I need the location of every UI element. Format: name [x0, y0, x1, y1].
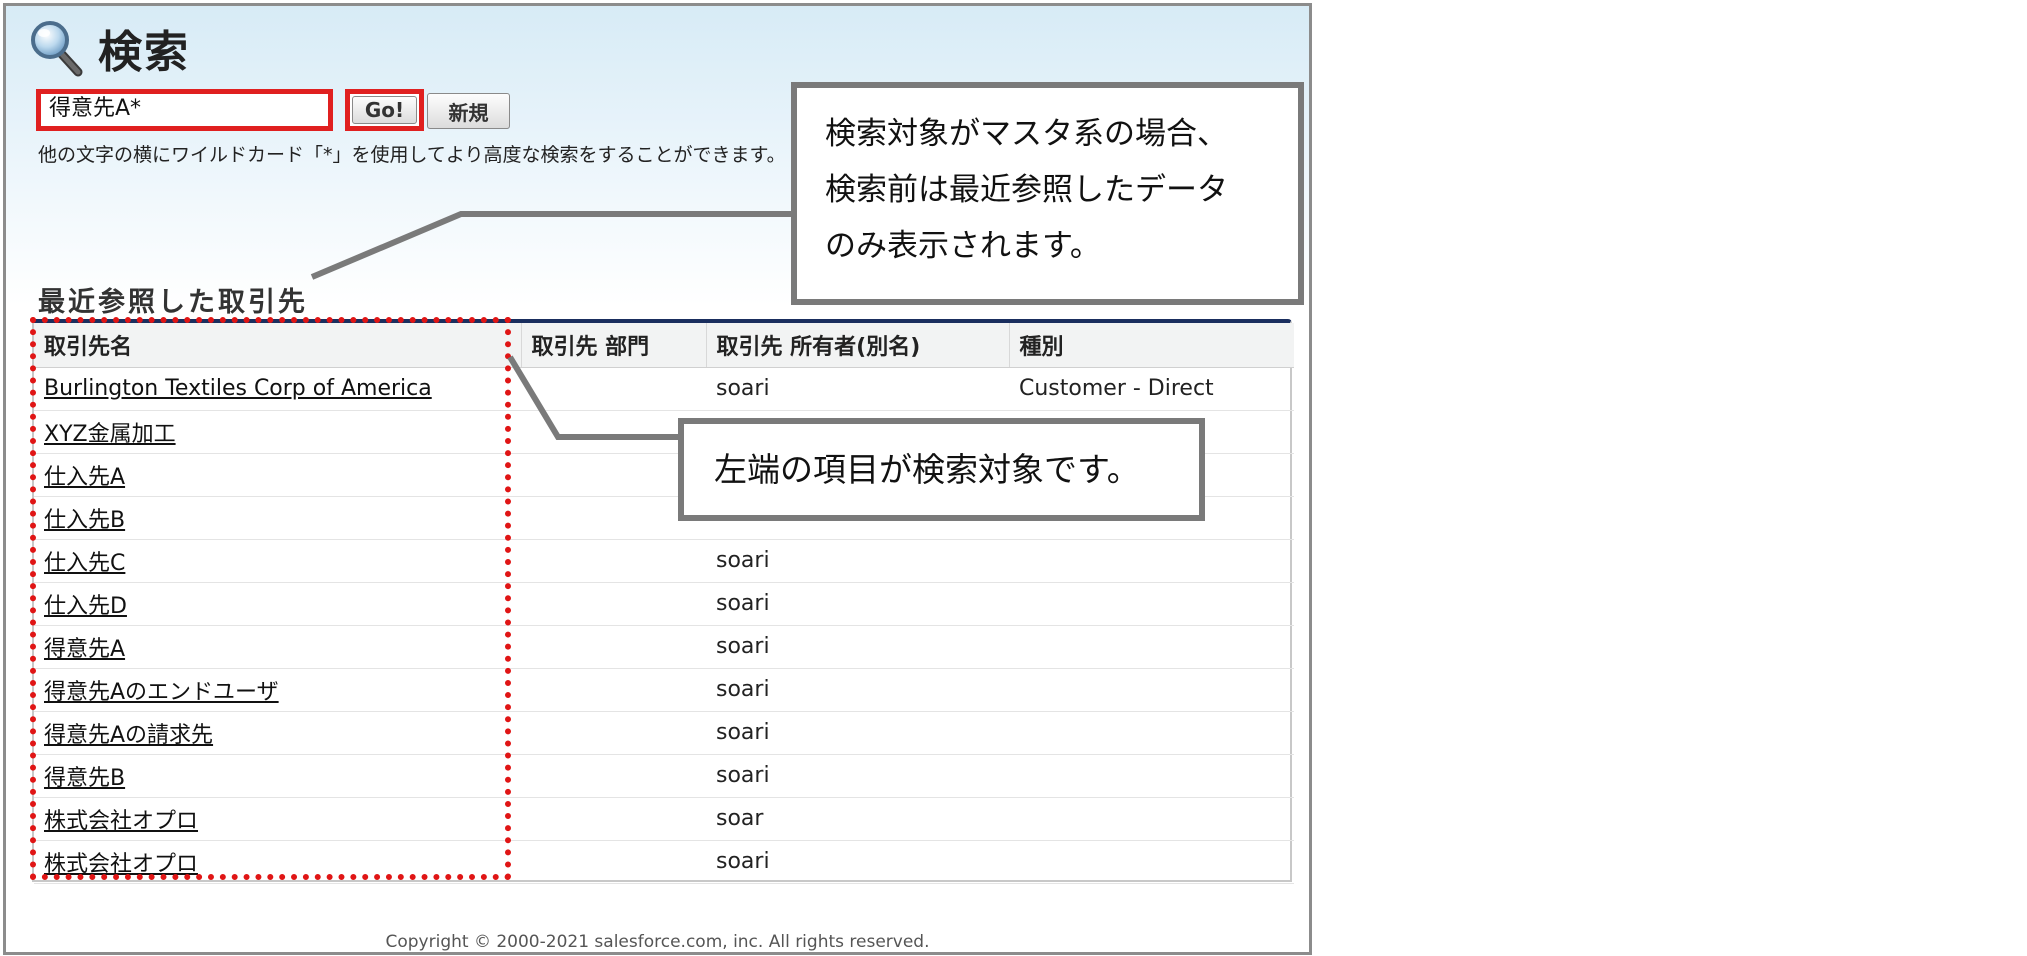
account-owner-cell: soari — [706, 539, 1009, 583]
account-type-cell — [1009, 754, 1294, 798]
account-name-link[interactable]: 得意先A — [44, 637, 125, 662]
account-owner-cell: soari — [706, 668, 1009, 712]
page-header: 検索 — [28, 18, 190, 78]
table-row: 株式会社オプロ soar — [34, 797, 1294, 841]
account-division-cell — [521, 711, 706, 755]
account-type-cell — [1009, 840, 1294, 884]
callout-2-text: 左端の項目が検索対象です。 — [714, 450, 1140, 489]
table-row: 株式会社オプロ soari — [34, 840, 1294, 884]
account-name-link[interactable]: 仕入先D — [44, 594, 127, 619]
account-type-cell — [1009, 539, 1294, 583]
account-name-cell: 得意先Aのエンドユーザ — [34, 668, 521, 712]
account-name-link[interactable]: XYZ金属加工 — [44, 422, 176, 447]
callout-1-line-3: のみ表示されます。 — [825, 228, 1101, 264]
table-row: 得意先Aの請求先 soari — [34, 711, 1294, 755]
account-division-cell — [521, 840, 706, 884]
account-type-cell — [1009, 711, 1294, 755]
account-name-link[interactable]: 得意先Aの請求先 — [44, 723, 213, 748]
account-division-cell — [521, 582, 706, 626]
table-row: Burlington Textiles Corp of America soari… — [34, 367, 1294, 411]
account-division-cell — [521, 668, 706, 712]
table-row: 得意先Aのエンドユーザ soari — [34, 668, 1294, 712]
go-button-label: Go! — [352, 96, 417, 124]
column-header-division[interactable]: 取引先 部門 — [521, 323, 707, 368]
account-division-cell — [521, 625, 706, 669]
account-division-cell — [521, 539, 706, 583]
account-name-cell: 仕入先B — [34, 496, 521, 540]
search-input[interactable]: 得意先A* — [36, 89, 333, 131]
copyright-text: Copyright © 2000-2021 salesforce.com, in… — [385, 932, 930, 952]
account-owner-cell: soari — [706, 625, 1009, 669]
new-button-label: 新規 — [427, 93, 510, 129]
table-row: 仕入先C soari — [34, 539, 1294, 583]
table-row: 得意先B soari — [34, 754, 1294, 798]
account-type-cell — [1009, 625, 1294, 669]
account-name-cell: XYZ金属加工 — [34, 410, 521, 454]
account-division-cell — [521, 754, 706, 798]
account-name-link[interactable]: 仕入先A — [44, 465, 125, 490]
account-name-link[interactable]: 得意先B — [44, 766, 125, 791]
account-name-link[interactable]: 仕入先C — [44, 551, 125, 576]
column-header-owner-alias[interactable]: 取引先 所有者(別名) — [706, 323, 1010, 368]
table-row: 得意先A soari — [34, 625, 1294, 669]
account-owner-cell: soari — [706, 754, 1009, 798]
account-owner-cell: soari — [706, 367, 1009, 411]
account-type-cell — [1009, 797, 1294, 841]
recent-accounts-table: 取引先名 取引先 部門 取引先 所有者(別名) 種別 Burlington Te… — [34, 323, 1294, 884]
callout-1-line-2: 検索前は最近参照したデータ — [825, 172, 1228, 208]
account-type-cell — [1009, 668, 1294, 712]
account-name-link[interactable]: Burlington Textiles Corp of America — [44, 376, 432, 401]
account-name-cell: 得意先Aの請求先 — [34, 711, 521, 755]
callout-left-column-note: 左端の項目が検索対象です。 — [678, 418, 1205, 521]
recent-accounts-heading: 最近参照した取引先 — [38, 287, 308, 318]
account-name-cell: 得意先A — [34, 625, 521, 669]
account-owner-cell: soari — [706, 582, 1009, 626]
account-division-cell — [521, 367, 706, 411]
callout-1-line-1: 検索対象がマスタ系の場合、 — [825, 116, 1228, 152]
account-name-cell: 株式会社オプロ — [34, 797, 521, 841]
account-name-cell: 仕入先C — [34, 539, 521, 583]
go-button[interactable]: Go! — [345, 89, 424, 131]
table-header-row: 取引先名 取引先 部門 取引先 所有者(別名) 種別 — [34, 323, 1294, 368]
column-header-account-name[interactable]: 取引先名 — [34, 323, 522, 368]
account-name-cell: Burlington Textiles Corp of America — [34, 367, 521, 411]
account-division-cell — [521, 797, 706, 841]
account-owner-cell: soari — [706, 840, 1009, 884]
account-name-cell: 得意先B — [34, 754, 521, 798]
new-button[interactable]: 新規 — [427, 93, 510, 129]
recent-accounts-table-container: 取引先名 取引先 部門 取引先 所有者(別名) 種別 Burlington Te… — [32, 319, 1294, 884]
account-name-link[interactable]: 株式会社オプロ — [44, 809, 198, 834]
account-name-link[interactable]: 仕入先B — [44, 508, 125, 533]
search-hint: 他の文字の横にワイルドカード「*」を使用してより高度な検索をすることができます。 — [38, 144, 786, 166]
callout-master-search-note: 検索対象がマスタ系の場合、 検索前は最近参照したデータ のみ表示されます。 — [791, 82, 1304, 305]
column-header-type[interactable]: 種別 — [1009, 323, 1294, 368]
account-name-link[interactable]: 得意先Aのエンドユーザ — [44, 680, 279, 705]
account-owner-cell: soar — [706, 797, 1009, 841]
account-type-cell — [1009, 582, 1294, 626]
page-title: 検索 — [98, 27, 190, 78]
account-type-cell: Customer - Direct — [1009, 367, 1294, 411]
account-name-link[interactable]: 株式会社オプロ — [44, 852, 198, 877]
account-name-cell: 仕入先A — [34, 453, 521, 497]
account-name-cell: 株式会社オプロ — [34, 840, 521, 884]
account-name-cell: 仕入先D — [34, 582, 521, 626]
account-owner-cell: soari — [706, 711, 1009, 755]
table-row: 仕入先D soari — [34, 582, 1294, 626]
search-icon — [31, 21, 83, 77]
